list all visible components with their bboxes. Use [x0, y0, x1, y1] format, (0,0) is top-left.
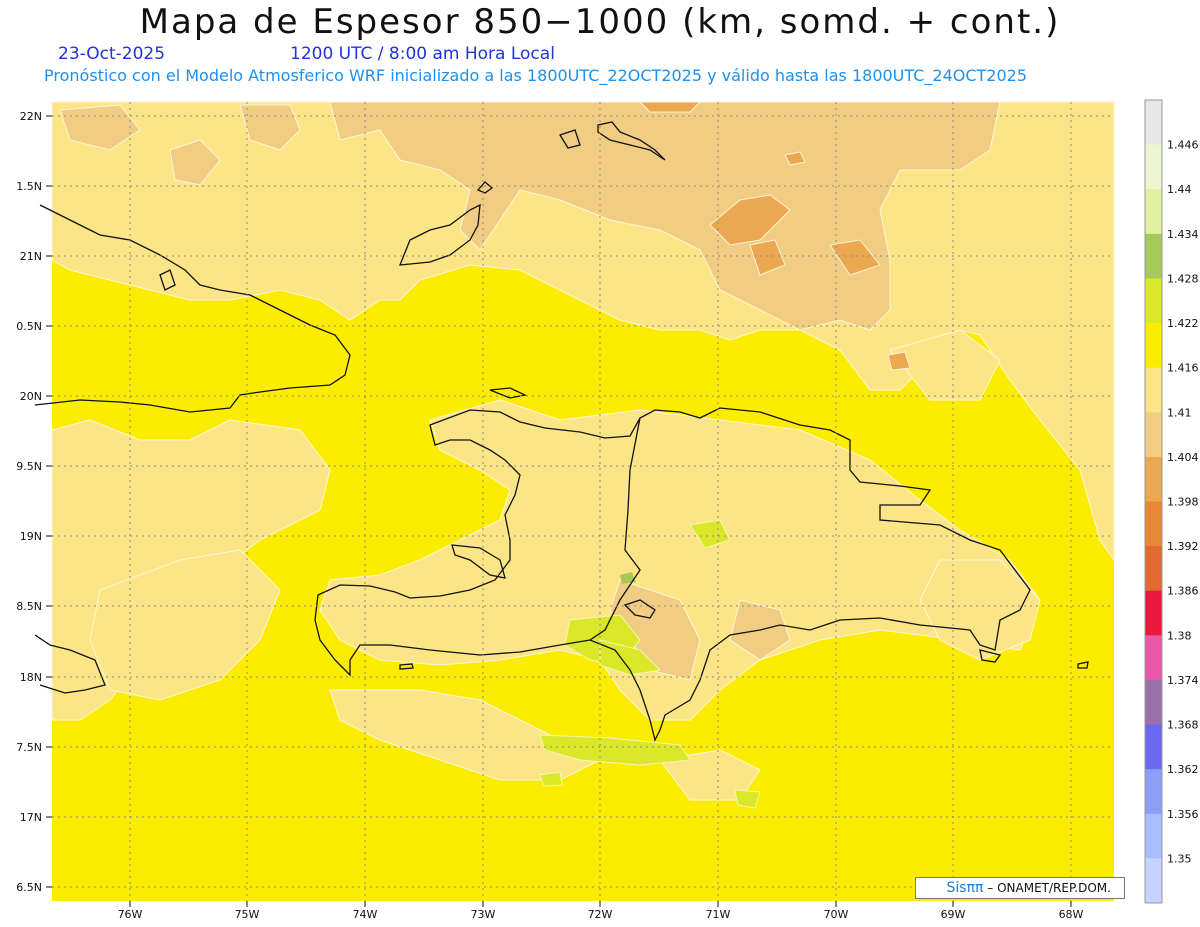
colorbar-label: 1.428 — [1167, 272, 1199, 285]
lon-label: 70W — [824, 908, 849, 921]
colorbar-label: 1.392 — [1167, 540, 1199, 553]
lat-label: 7.5N — [16, 741, 42, 754]
lat-label: 0.5N — [16, 320, 42, 333]
colorbar-swatch — [1145, 769, 1162, 815]
colorbar-label: 1.422 — [1167, 317, 1199, 330]
colorbar-labels: 1.446 1.44 1.434 1.428 1.422 1.416 1.41 1.404 1.… — [1167, 139, 1199, 866]
latitude-labels: 22N 1.5N 21N 0.5N 20N 9.5N 19N 8.5N 18N 7.5N 17N 6.… — [16, 110, 52, 894]
colorbar-label: 1.368 — [1167, 719, 1199, 732]
lat-label: 22N — [20, 110, 42, 123]
colorbar-swatch — [1145, 456, 1162, 502]
colorbar-swatch — [1145, 858, 1162, 904]
colorbar-label: 1.434 — [1167, 228, 1199, 241]
colorbar-swatch — [1145, 501, 1162, 547]
colorbar — [1144, 99, 1163, 904]
colorbar-swatch — [1145, 278, 1162, 324]
colorbar-label: 1.44 — [1167, 183, 1192, 196]
lon-label: 69W — [941, 908, 966, 921]
lat-label: 20N — [20, 390, 42, 403]
colorbar-swatch — [1145, 367, 1162, 413]
colorbar-swatch — [1145, 323, 1162, 369]
lon-label: 76W — [118, 908, 143, 921]
colorbar-swatch — [1145, 144, 1162, 190]
lon-label: 71W — [706, 908, 731, 921]
colorbar-swatch — [1145, 590, 1162, 636]
lon-label: 75W — [235, 908, 260, 921]
credit-text: – ONAMET/REP.DOM. — [983, 881, 1111, 895]
colorbar-label: 1.35 — [1167, 852, 1192, 865]
lat-label: 19N — [20, 530, 42, 543]
longitude-labels: 76W 75W 74W 73W 72W 71W 70W 69W 68W — [118, 901, 1084, 921]
lon-label: 73W — [471, 908, 496, 921]
colorbar-swatch — [1145, 546, 1162, 592]
colorbar-swatch — [1145, 412, 1162, 458]
colorbar-label: 1.374 — [1167, 674, 1199, 687]
colorbar-swatch — [1145, 724, 1162, 770]
colorbar-label: 1.41 — [1167, 406, 1192, 419]
colorbar-label: 1.398 — [1167, 496, 1199, 509]
colorbar-swatch — [1145, 100, 1162, 146]
credit-pi: ππ — [966, 880, 984, 896]
lat-label: 17N — [20, 811, 42, 824]
colorbar-swatch — [1145, 233, 1162, 279]
colorbar-label: 1.404 — [1167, 451, 1199, 464]
lat-label: 6.5N — [16, 881, 42, 894]
colorbar-label: 1.446 — [1167, 139, 1199, 152]
thickness-map: 22N 1.5N 21N 0.5N 20N 9.5N 19N 8.5N 18N 7.5N 17N 6.… — [16, 99, 1199, 921]
colorbar-label: 1.386 — [1167, 585, 1199, 598]
lat-label: 1.5N — [16, 180, 42, 193]
lat-label: 21N — [20, 250, 42, 263]
colorbar-swatch — [1145, 635, 1162, 681]
lat-label: 8.5N — [16, 600, 42, 613]
colorbar-label: 1.362 — [1167, 763, 1199, 776]
credit-box: Sisππ – ONAMET/REP.DOM. — [915, 877, 1125, 899]
colorbar-label: 1.416 — [1167, 362, 1199, 375]
colorbar-label: 1.356 — [1167, 808, 1199, 821]
lon-label: 72W — [588, 908, 613, 921]
colorbar-swatch — [1145, 813, 1162, 859]
credit-sis: Sis — [946, 880, 967, 896]
lat-label: 9.5N — [16, 460, 42, 473]
lon-label: 74W — [353, 908, 378, 921]
colorbar-label: 1.38 — [1167, 629, 1192, 642]
lon-label: 68W — [1059, 908, 1084, 921]
colorbar-swatch — [1145, 679, 1162, 726]
lat-label: 18N — [20, 671, 42, 684]
colorbar-swatch — [1145, 189, 1162, 235]
